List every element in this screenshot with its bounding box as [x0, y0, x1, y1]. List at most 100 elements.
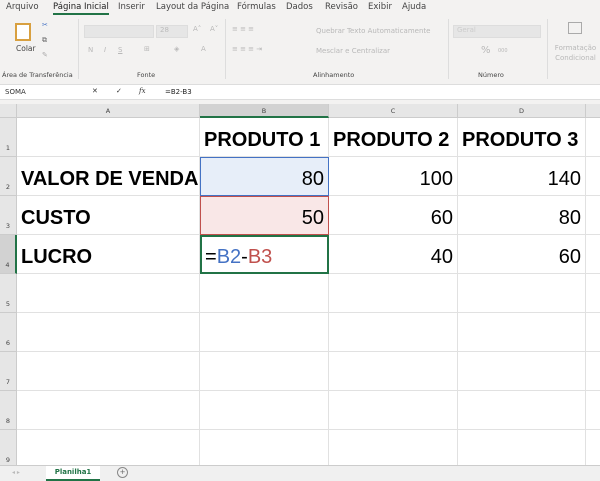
cell-d4[interactable]: 60: [458, 235, 586, 274]
cell-a5[interactable]: [17, 274, 200, 313]
cell-d9[interactable]: [458, 430, 586, 465]
cell-e8[interactable]: [586, 391, 600, 430]
align-top-icon[interactable]: ≡ ≡ ≡: [232, 25, 254, 33]
conditional-format-icon[interactable]: [568, 22, 582, 34]
menu-dados[interactable]: Dados: [286, 2, 313, 12]
cell-c4[interactable]: 40: [329, 235, 458, 274]
cell-a3[interactable]: CUSTO: [17, 196, 200, 235]
cell-a4[interactable]: LUCRO: [17, 235, 200, 274]
number-format-select[interactable]: Geral: [453, 25, 541, 38]
menu-exibir[interactable]: Exibir: [368, 2, 392, 12]
row-header-3[interactable]: 3: [0, 196, 17, 235]
cell-c2[interactable]: 100: [329, 157, 458, 196]
menu-formulas[interactable]: Fórmulas: [237, 2, 276, 12]
cell-d3[interactable]: 80: [458, 196, 586, 235]
cell-e7[interactable]: [586, 352, 600, 391]
cell-d8[interactable]: [458, 391, 586, 430]
name-box[interactable]: SOMA: [5, 88, 26, 96]
bold-button[interactable]: N: [88, 46, 93, 54]
conditional-format-button[interactable]: Formatação Condicional: [553, 43, 598, 63]
percent-button[interactable]: %: [481, 45, 491, 56]
cell-d2[interactable]: 140: [458, 157, 586, 196]
cell-e6[interactable]: [586, 313, 600, 352]
wrap-text-button[interactable]: Quebrar Texto Automaticamente: [316, 27, 430, 35]
cell-a2[interactable]: VALOR DE VENDA: [17, 157, 200, 196]
row-header-2[interactable]: 2: [0, 157, 17, 196]
formula-input[interactable]: =B2-B3: [165, 88, 192, 96]
cell-a9[interactable]: [17, 430, 200, 465]
menu-arquivo[interactable]: Arquivo: [6, 2, 39, 12]
cell-a7[interactable]: [17, 352, 200, 391]
thousands-button[interactable]: 000: [498, 48, 508, 54]
cell-c6[interactable]: [329, 313, 458, 352]
row-header-7[interactable]: 7: [0, 352, 17, 391]
cell-c3[interactable]: 60: [329, 196, 458, 235]
cell-d6[interactable]: [458, 313, 586, 352]
borders-icon[interactable]: ⊞: [144, 45, 150, 53]
paste-button[interactable]: Colar: [16, 44, 36, 53]
row-header-6[interactable]: 6: [0, 313, 17, 352]
cell-c7[interactable]: [329, 352, 458, 391]
column-header-a[interactable]: A: [17, 104, 200, 118]
menu-revisao[interactable]: Revisão: [325, 2, 358, 12]
cell-b2[interactable]: 80: [200, 157, 329, 196]
row-header-4[interactable]: 4: [0, 235, 17, 274]
cell-b6[interactable]: [200, 313, 329, 352]
column-header-d[interactable]: D: [458, 104, 586, 118]
menu-layout[interactable]: Layout da Página: [156, 2, 229, 12]
format-painter-icon[interactable]: ✎: [42, 51, 48, 59]
cell-e1[interactable]: [586, 118, 600, 157]
increase-font-icon[interactable]: A˄: [193, 25, 201, 33]
decrease-font-icon[interactable]: A˅: [210, 25, 218, 33]
cell-c8[interactable]: [329, 391, 458, 430]
menu-inserir[interactable]: Inserir: [118, 2, 145, 12]
cell-e4[interactable]: [586, 235, 600, 274]
cell-e3[interactable]: [586, 196, 600, 235]
sheet-tab-planilha1[interactable]: Planilha1: [46, 466, 100, 481]
column-header-b[interactable]: B: [200, 104, 329, 118]
font-size-select[interactable]: 28: [156, 25, 188, 38]
row-header-8[interactable]: 8: [0, 391, 17, 430]
italic-button[interactable]: I: [104, 46, 106, 54]
cell-d5[interactable]: [458, 274, 586, 313]
cell-e2[interactable]: [586, 157, 600, 196]
cell-a8[interactable]: [17, 391, 200, 430]
align-left-icon[interactable]: ≡ ≡ ≡ ⇥: [232, 45, 262, 53]
underline-button[interactable]: S: [118, 46, 122, 54]
select-all[interactable]: [0, 104, 17, 118]
cell-a6[interactable]: [17, 313, 200, 352]
menu-pagina-inicial[interactable]: Página Inicial: [53, 2, 109, 15]
font-name-select[interactable]: [84, 25, 154, 38]
cell-b4[interactable]: = B2- B3: [200, 235, 329, 274]
menu-ajuda[interactable]: Ajuda: [402, 2, 426, 12]
cell-c5[interactable]: [329, 274, 458, 313]
row-header-5[interactable]: 5: [0, 274, 17, 313]
add-sheet-icon[interactable]: +: [117, 467, 128, 478]
cancel-icon[interactable]: ✕: [92, 87, 98, 95]
copy-icon[interactable]: ⧉: [42, 36, 47, 45]
cell-b1[interactable]: PRODUTO 1: [200, 118, 329, 157]
cut-icon[interactable]: ✂: [42, 21, 48, 29]
paste-icon[interactable]: [15, 23, 31, 41]
cell-b8[interactable]: [200, 391, 329, 430]
cell-b5[interactable]: [200, 274, 329, 313]
cell-b3[interactable]: 50: [200, 196, 329, 235]
merge-center-button[interactable]: Mesclar e Centralizar: [316, 47, 390, 55]
row-header-9[interactable]: 9: [0, 430, 17, 465]
cell-b7[interactable]: [200, 352, 329, 391]
cell-a1[interactable]: [17, 118, 200, 157]
cell-e9[interactable]: [586, 430, 600, 465]
cell-c1[interactable]: PRODUTO 2: [329, 118, 458, 157]
fill-color-icon[interactable]: ◈: [174, 45, 179, 53]
cell-b9[interactable]: [200, 430, 329, 465]
cell-d7[interactable]: [458, 352, 586, 391]
font-color-icon[interactable]: A: [201, 45, 206, 53]
column-header-e[interactable]: [586, 104, 600, 118]
row-header-1[interactable]: 1: [0, 118, 17, 157]
enter-icon[interactable]: ✓: [116, 87, 122, 95]
column-header-c[interactable]: C: [329, 104, 458, 118]
cell-c9[interactable]: [329, 430, 458, 465]
insert-function-button[interactable]: fx: [139, 87, 146, 95]
scroll-tabs-icon[interactable]: ◂ ▸: [12, 469, 20, 476]
cell-d1[interactable]: PRODUTO 3: [458, 118, 586, 157]
